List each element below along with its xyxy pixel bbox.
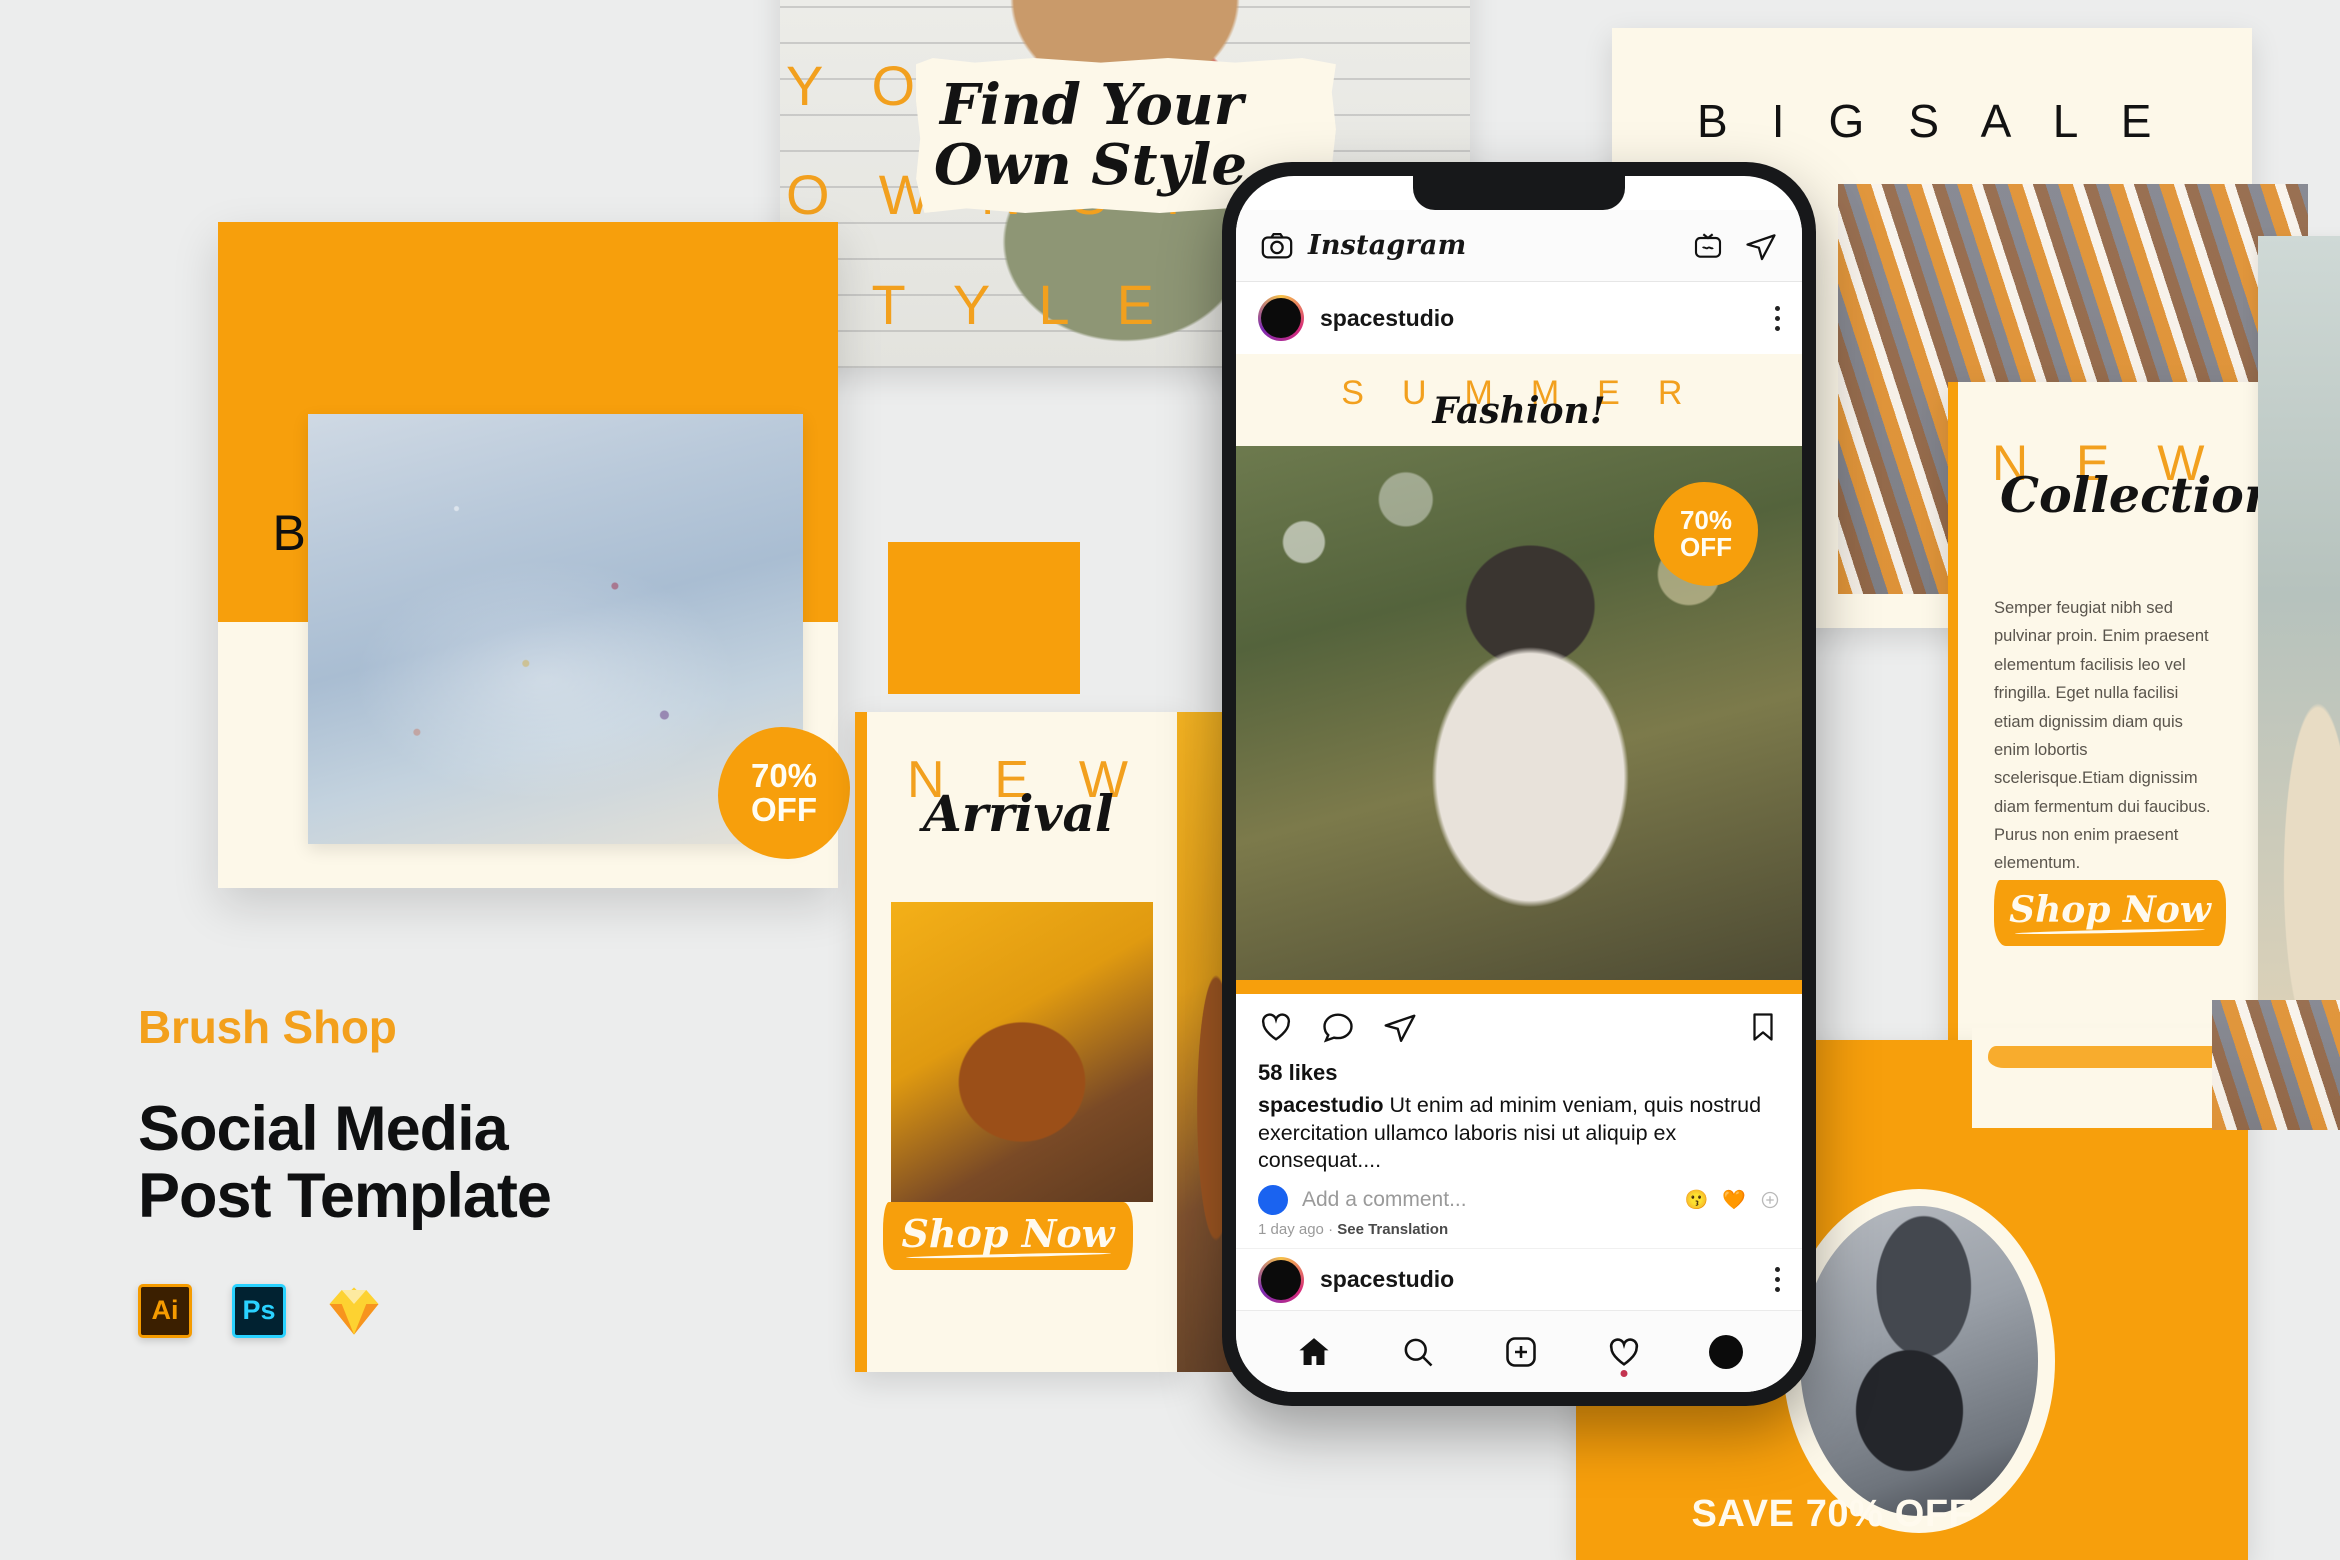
photo-rack-corner — [2212, 1000, 2340, 1130]
search-icon[interactable] — [1400, 1334, 1436, 1370]
new-collections-body: Semper feugiat nibh sed pulvinar proin. … — [1994, 599, 2211, 873]
photo-croc-bag — [1800, 1206, 2038, 1516]
post-username: spacestudio — [1320, 304, 1455, 331]
phone-mockup: Instagram spacestudio S U M M E R Fashio… — [1222, 162, 1816, 1406]
poster-canvas: R O W N S T Y O U R O O W N S T S T Y L … — [0, 0, 2340, 1560]
add-post-icon[interactable] — [1503, 1334, 1539, 1370]
post-caption: spacestudio Ut enim ad minim veniam, qui… — [1236, 1090, 1802, 1175]
orange-left-bar — [855, 712, 867, 1372]
instagram-app-bar: Instagram — [1236, 210, 1802, 282]
card-black-friday: B I G S A L E Black Friday! 70% OFF — [218, 222, 850, 888]
instagram-wordmark: Instagram — [1308, 230, 1467, 261]
next-post-author-row: spacestudio — [1236, 1248, 1802, 1310]
phone-notch — [1413, 176, 1625, 210]
see-translation-link[interactable]: See Translation — [1337, 1221, 1448, 1238]
adobe-photoshop-icon: Ps — [232, 1283, 286, 1338]
adobe-illustrator-icon: Ai — [138, 1283, 192, 1338]
new-arrival-script: Arrival — [923, 784, 1114, 843]
caption-username[interactable]: spacestudio — [1258, 1093, 1383, 1117]
shop-now-button-arrival[interactable]: Shop Now — [883, 1202, 1133, 1270]
page-title-line1: Social Media — [138, 1094, 509, 1164]
post-banner: S U M M E R Fashion! — [1236, 354, 1802, 446]
discount-badge-black-friday: 70% OFF — [718, 727, 850, 859]
discount-badge-post: 70% OFF — [1654, 482, 1758, 586]
share-icon[interactable] — [1382, 1009, 1418, 1045]
shop-now-button-collections[interactable]: Shop Now — [1994, 880, 2226, 946]
phone-screen: Instagram spacestudio S U M M E R Fashio… — [1236, 176, 1802, 1392]
emoji-heart-icon[interactable]: 🧡 — [1722, 1188, 1746, 1212]
save-70-off-footer: SAVE 70% OFF — [1691, 1493, 1973, 1535]
post-action-bar — [1236, 994, 1802, 1060]
add-emoji-icon[interactable] — [1760, 1190, 1780, 1210]
badge-off: OFF — [1680, 532, 1732, 562]
format-icons-row: Ai Ps — [138, 1283, 818, 1338]
decorative-orange-block — [888, 542, 1080, 694]
sketch-icon — [326, 1285, 382, 1337]
post-timestamp-row: 1 day ago · See Translation — [1236, 1215, 1802, 1238]
next-post-username: spacestudio — [1320, 1266, 1455, 1292]
big-sale-right-heading: B I G S A L E — [1696, 95, 2168, 147]
more-options-icon[interactable] — [1775, 1267, 1780, 1292]
comment-icon[interactable] — [1320, 1009, 1356, 1045]
add-comment-row: Add a comment... 😗 🧡 — [1236, 1175, 1802, 1215]
orange-divider-strip — [1236, 980, 1802, 995]
comment-avatar — [1258, 1185, 1288, 1215]
avatar[interactable] — [1258, 295, 1304, 341]
bookmark-icon[interactable] — [1746, 1010, 1780, 1044]
emoji-face-icon[interactable]: 😗 — [1685, 1188, 1709, 1212]
likes-count: 58 likes — [1258, 1060, 1338, 1086]
post-author-row: spacestudio — [1236, 282, 1802, 354]
branding-block: Brush Shop Social Media Post Template Ai… — [138, 1000, 818, 1338]
find-your-line1: Find Your — [940, 72, 1244, 138]
home-icon[interactable] — [1295, 1333, 1333, 1371]
igtv-icon[interactable] — [1692, 230, 1724, 262]
badge-percent: 70% — [750, 757, 818, 795]
shop-now-label: Shop Now — [2009, 889, 2211, 931]
brand-eyebrow: Brush Shop — [138, 1001, 397, 1053]
orange-left-bar — [1948, 382, 1958, 1042]
activity-icon[interactable] — [1606, 1334, 1642, 1377]
badge-off: OFF — [751, 791, 817, 828]
add-comment-input[interactable]: Add a comment... — [1302, 1188, 1671, 1212]
dot-separator: · — [1328, 1221, 1338, 1238]
photo-beach-sliver — [2258, 236, 2340, 1036]
page-title-line2: Post Template — [138, 1160, 552, 1231]
letter-row: R O W N S T — [786, 0, 1470, 31]
bottom-nav-bar — [1236, 1310, 1802, 1392]
avatar[interactable] — [1258, 1256, 1304, 1303]
profile-avatar[interactable] — [1708, 1334, 1743, 1369]
post-timestamp: 1 day ago — [1258, 1221, 1324, 1238]
find-your-line2: Own Style — [934, 132, 1247, 198]
like-icon[interactable] — [1258, 1009, 1294, 1045]
photo-orange-handbag — [891, 902, 1153, 1202]
banner-fashion-script: Fashion! — [1432, 390, 1606, 432]
card-new-collections: N E W Collections Semper feugiat nibh se… — [1948, 382, 2307, 1042]
paper-plane-icon[interactable] — [1744, 229, 1778, 263]
card-new-arrival: N E W Arrival Shop Now — [855, 712, 1185, 1372]
badge-percent: 70% — [1679, 505, 1733, 536]
shop-now-label: Shop Now — [901, 1210, 1115, 1256]
post-photo: 70% OFF — [1236, 446, 1802, 981]
camera-icon[interactable] — [1260, 229, 1294, 263]
more-options-icon[interactable] — [1775, 305, 1780, 331]
